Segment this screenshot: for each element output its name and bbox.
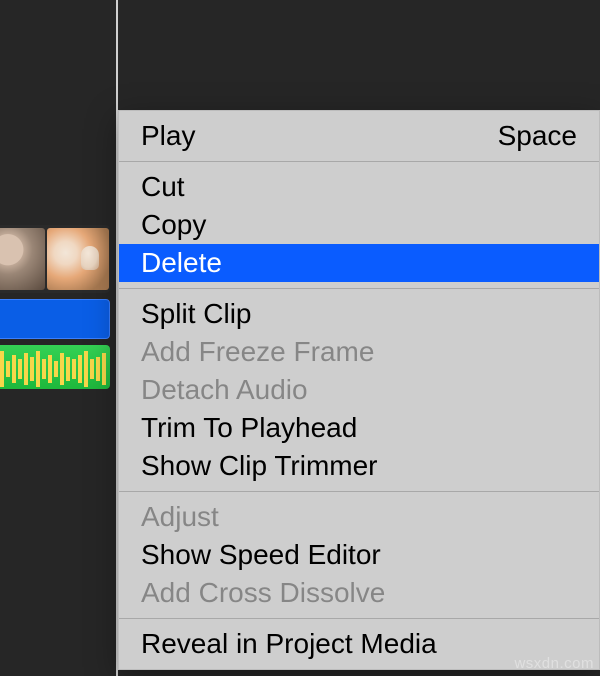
watermark: wsxdn.com	[514, 655, 594, 672]
menu-item-split-clip[interactable]: Split Clip	[119, 295, 599, 333]
menu-label: Split Clip	[141, 298, 251, 330]
menu-item-show-speed-editor[interactable]: Show Speed Editor	[119, 536, 599, 574]
video-clip[interactable]	[0, 225, 110, 293]
menu-item-show-clip-trimmer[interactable]: Show Clip Trimmer	[119, 447, 599, 485]
menu-shortcut: Space	[498, 120, 577, 152]
menu-item-add-freeze-frame: Add Freeze Frame	[119, 333, 599, 371]
audio-clip[interactable]	[0, 345, 110, 389]
menu-label: Trim To Playhead	[141, 412, 357, 444]
menu-label: Delete	[141, 247, 222, 279]
menu-item-adjust: Adjust	[119, 498, 599, 536]
menu-separator	[119, 288, 599, 289]
clip-thumbnail	[0, 228, 45, 290]
waveform-icon	[0, 347, 110, 389]
menu-label: Play	[141, 120, 195, 152]
menu-label: Show Clip Trimmer	[141, 450, 377, 482]
menu-item-trim-to-playhead[interactable]: Trim To Playhead	[119, 409, 599, 447]
menu-label: Cut	[141, 171, 185, 203]
title-clip[interactable]	[0, 299, 110, 339]
menu-item-copy[interactable]: Copy	[119, 206, 599, 244]
menu-label: Adjust	[141, 501, 219, 533]
menu-separator	[119, 161, 599, 162]
menu-label: Add Cross Dissolve	[141, 577, 385, 609]
menu-separator	[119, 618, 599, 619]
menu-label: Copy	[141, 209, 206, 241]
menu-separator	[119, 491, 599, 492]
clip-thumbnail	[47, 228, 109, 290]
menu-label: Reveal in Project Media	[141, 628, 437, 660]
context-menu: Play Space Cut Copy Delete Split Clip Ad…	[118, 110, 600, 670]
timeline[interactable]	[0, 225, 120, 389]
menu-label: Add Freeze Frame	[141, 336, 374, 368]
menu-item-play[interactable]: Play Space	[119, 117, 599, 155]
menu-item-add-cross-dissolve: Add Cross Dissolve	[119, 574, 599, 612]
menu-label: Detach Audio	[141, 374, 308, 406]
menu-item-delete[interactable]: Delete	[119, 244, 599, 282]
menu-item-detach-audio: Detach Audio	[119, 371, 599, 409]
menu-label: Show Speed Editor	[141, 539, 381, 571]
menu-item-cut[interactable]: Cut	[119, 168, 599, 206]
